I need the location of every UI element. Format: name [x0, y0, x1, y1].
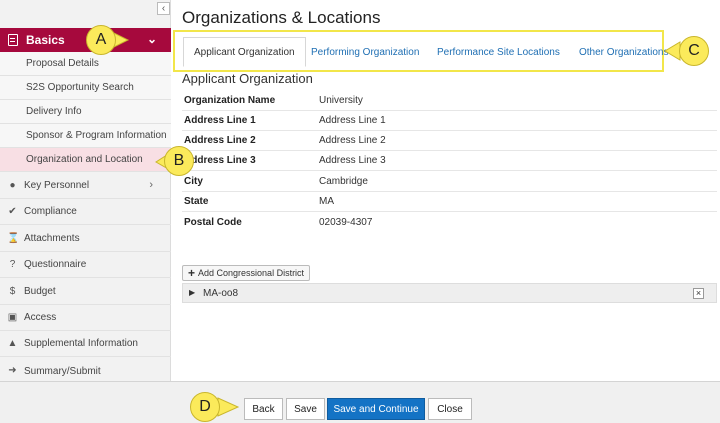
sidebar-item-questionnaire[interactable]: ? Questionnaire [0, 252, 171, 278]
add-congressional-district-button[interactable]: + Add Congressional District [182, 265, 311, 281]
sidebar-item-label: Questionnaire [24, 259, 87, 270]
remove-district-button[interactable]: × [693, 288, 704, 299]
info-row-state: State MA [182, 192, 717, 212]
close-button[interactable]: Close [428, 398, 472, 420]
info-row-address-line-3: Address Line 3 Address Line 3 [182, 151, 717, 171]
add-congressional-district-label: Add Congressional District [198, 268, 305, 278]
app-root: ‹ Basics ⌄ Proposal Details S2S Opportun… [0, 0, 720, 423]
info-value: Address Line 3 [319, 155, 386, 166]
tab-bar: Applicant Organization Performing Organi… [173, 30, 669, 72]
sidebar-item-label: Supplemental Information [24, 338, 138, 349]
sidebar-item-label: Budget [24, 286, 56, 297]
tab-label: Performing Organization [311, 46, 420, 58]
callout-a: A [86, 25, 116, 55]
callout-d: D [190, 392, 220, 422]
page-title: Organizations & Locations [182, 8, 381, 27]
tab-label: Applicant Organization [194, 46, 295, 58]
chevron-right-icon: › [149, 179, 153, 191]
submit-icon: ➜ [8, 365, 17, 376]
sidebar-item-label: Compliance [24, 206, 77, 217]
info-value: Address Line 2 [319, 135, 386, 146]
sidebar-item-attachments[interactable]: ⌛ Attachments [0, 226, 171, 252]
sidebar-item-label: Delivery Info [26, 106, 82, 117]
info-row-postal-code: Postal Code 02039-4307 [182, 212, 717, 232]
save-button[interactable]: Save [286, 398, 325, 420]
info-label: State [184, 196, 209, 207]
info-value: University [319, 95, 363, 106]
save-and-continue-button[interactable]: Save and Continue [327, 398, 425, 420]
callout-b: B [164, 146, 194, 176]
tab-label: Performance Site Locations [437, 46, 560, 58]
sidebar-item-label: S2S Opportunity Search [26, 82, 134, 93]
sidebar-item-delivery-info[interactable]: Delivery Info [0, 100, 171, 124]
congressional-district-value: MA-oo8 [203, 287, 239, 299]
document-icon [8, 34, 18, 46]
info-label: Address Line 3 [184, 155, 256, 166]
sidebar-item-compliance[interactable]: ✔ Compliance [0, 199, 171, 225]
sidebar: ‹ Basics ⌄ Proposal Details S2S Opportun… [0, 0, 171, 381]
sidebar-item-sponsor-program[interactable]: Sponsor & Program Information [0, 124, 171, 148]
info-row-address-line-2: Address Line 2 Address Line 2 [182, 131, 717, 151]
money-icon: $ [9, 286, 16, 297]
sidebar-item-label: Organization and Location [26, 154, 143, 165]
sidebar-item-proposal-details[interactable]: Proposal Details [0, 52, 171, 76]
sidebar-item-organization-location[interactable]: Organization and Location [0, 148, 171, 172]
footer-bar: Back Save Save and Continue Close [0, 381, 720, 423]
info-value: 02039-4307 [319, 216, 373, 228]
sidebar-item-label: Summary/Submit [24, 365, 101, 377]
sidebar-section-label: Basics [26, 33, 65, 47]
info-row-organization-name: Organization Name University [182, 91, 717, 111]
tab-label: Other Organizations [579, 46, 669, 58]
info-label: City [184, 176, 203, 187]
sidebar-item-label: Sponsor & Program Information [26, 130, 167, 141]
sidebar-item-label: Proposal Details [26, 58, 99, 69]
sidebar-item-label: Access [24, 312, 57, 323]
tab-applicant-organization[interactable]: Applicant Organization [183, 37, 306, 67]
sidebar-item-supplemental-information[interactable]: ▲ Supplemental Information [0, 331, 171, 357]
back-button[interactable]: Back [244, 398, 283, 420]
sidebar-item-label: Attachments [24, 233, 80, 244]
chevron-down-icon[interactable]: ⌄ [147, 32, 157, 46]
check-icon: ✔ [8, 206, 17, 217]
collapse-sidebar-button[interactable]: ‹ [157, 2, 170, 15]
lock-icon: ▣ [7, 312, 18, 323]
sidebar-item-access[interactable]: ▣ Access [0, 305, 171, 331]
plus-icon: + [188, 266, 196, 280]
info-value: Cambridge [319, 176, 368, 187]
info-label: Address Line 2 [184, 135, 256, 146]
info-label: Organization Name [184, 95, 276, 106]
info-label: Address Line 1 [184, 115, 256, 126]
info-row-address-line-1: Address Line 1 Address Line 1 [182, 111, 717, 131]
section-title: Applicant Organization [182, 71, 313, 86]
sidebar-item-s2s-opportunity-search[interactable]: S2S Opportunity Search [0, 76, 171, 100]
question-icon: ? [9, 259, 16, 270]
sidebar-item-label: Key Personnel [24, 180, 90, 191]
callout-c: C [679, 36, 709, 66]
tab-performance-site-locations[interactable]: Performance Site Locations [437, 37, 560, 67]
sidebar-item-budget[interactable]: $ Budget [0, 279, 171, 305]
person-icon: ● [9, 180, 16, 191]
sidebar-item-key-personnel[interactable]: ● Key Personnel › [0, 173, 171, 199]
congressional-district-row: ▶ MA-oo8 × [182, 283, 717, 303]
info-value: MA [319, 196, 334, 207]
expand-triangle-icon[interactable]: ▶ [189, 288, 195, 297]
bell-icon: ▲ [7, 338, 18, 349]
info-value: Address Line 1 [319, 115, 386, 126]
tab-performing-organization[interactable]: Performing Organization [311, 37, 419, 67]
tab-other-organizations[interactable]: Other Organizations [579, 37, 669, 67]
info-label: Postal Code [184, 216, 242, 228]
paperclip-icon: ⌛ [7, 233, 20, 244]
info-row-city: City Cambridge [182, 172, 717, 192]
